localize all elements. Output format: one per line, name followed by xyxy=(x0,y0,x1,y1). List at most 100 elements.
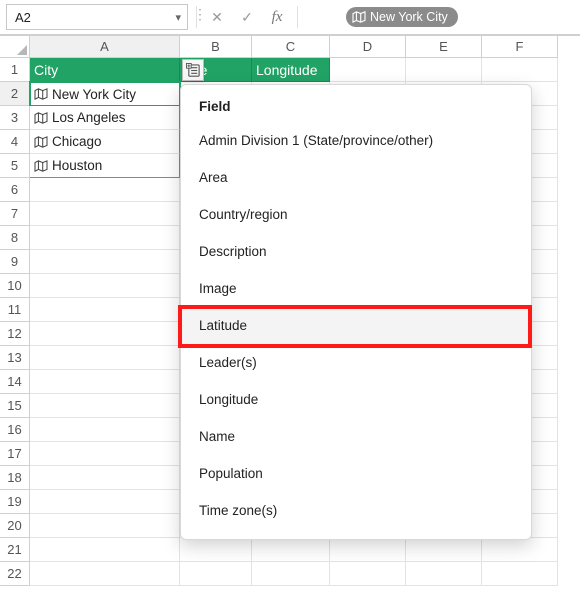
cell-A2[interactable]: New York City xyxy=(30,82,180,106)
field-item-longitude[interactable]: Longitude xyxy=(181,381,531,418)
linked-data-chip[interactable]: New York City xyxy=(346,7,458,27)
cell-C1[interactable]: Longitude xyxy=(252,58,330,82)
field-item-time-zone-s[interactable]: Time zone(s) xyxy=(181,492,531,529)
field-item-country-region[interactable]: Country/region xyxy=(181,196,531,233)
grid-row: 21 xyxy=(0,538,580,562)
row-header[interactable]: 18 xyxy=(0,466,30,490)
column-header-b[interactable]: B xyxy=(180,36,252,58)
cell-F22[interactable] xyxy=(482,562,558,586)
cell-B22[interactable] xyxy=(180,562,252,586)
row-header[interactable]: 3 xyxy=(0,106,30,130)
cell-C22[interactable] xyxy=(252,562,330,586)
row-header[interactable]: 9 xyxy=(0,250,30,274)
row-header[interactable]: 16 xyxy=(0,418,30,442)
cell-value: Chicago xyxy=(52,134,102,149)
field-item-description[interactable]: Description xyxy=(181,233,531,270)
cancel-formula-button[interactable]: ✕ xyxy=(205,5,229,29)
cell-F21[interactable] xyxy=(482,538,558,562)
cell-A6[interactable] xyxy=(30,178,180,202)
row-header[interactable]: 15 xyxy=(0,394,30,418)
insert-data-button[interactable] xyxy=(182,59,204,81)
cell-A14[interactable] xyxy=(30,370,180,394)
cell-E1[interactable] xyxy=(406,58,482,82)
cell-A11[interactable] xyxy=(30,298,180,322)
row-header[interactable]: 8 xyxy=(0,226,30,250)
field-item-latitude[interactable]: Latitude xyxy=(181,307,531,344)
cell-D1[interactable] xyxy=(330,58,406,82)
select-all-corner[interactable] xyxy=(0,36,30,58)
cell-A16[interactable] xyxy=(30,418,180,442)
cell-F1[interactable] xyxy=(482,58,558,82)
cell-A9[interactable] xyxy=(30,250,180,274)
cell-A20[interactable] xyxy=(30,514,180,538)
row-header[interactable]: 11 xyxy=(0,298,30,322)
cell-A15[interactable] xyxy=(30,394,180,418)
cell-A4[interactable]: Chicago xyxy=(30,130,180,154)
field-item-leader-s[interactable]: Leader(s) xyxy=(181,344,531,381)
cell-A18[interactable] xyxy=(30,466,180,490)
row-header[interactable]: 12 xyxy=(0,322,30,346)
grid-row: 1CityudeLongitude xyxy=(0,58,580,82)
row-header[interactable]: 20 xyxy=(0,514,30,538)
column-header-e[interactable]: E xyxy=(406,36,482,58)
map-icon xyxy=(34,88,48,100)
name-box-value: A2 xyxy=(15,10,31,25)
row-header[interactable]: 17 xyxy=(0,442,30,466)
cell-value: Los Angeles xyxy=(52,110,126,125)
cell-value: Houston xyxy=(52,158,102,173)
map-icon xyxy=(34,112,48,124)
row-header[interactable]: 13 xyxy=(0,346,30,370)
cell-A10[interactable] xyxy=(30,274,180,298)
cell-value: New York City xyxy=(52,87,136,102)
separator xyxy=(297,6,298,28)
field-menu-title: Field xyxy=(181,99,531,122)
cell-D21[interactable] xyxy=(330,538,406,562)
cell-A19[interactable] xyxy=(30,490,180,514)
cell-A12[interactable] xyxy=(30,322,180,346)
row-header[interactable]: 22 xyxy=(0,562,30,586)
column-header-f[interactable]: F xyxy=(482,36,558,58)
column-header-a[interactable]: A xyxy=(30,36,180,58)
cell-A22[interactable] xyxy=(30,562,180,586)
row-header[interactable]: 21 xyxy=(0,538,30,562)
cell-A17[interactable] xyxy=(30,442,180,466)
row-header[interactable]: 10 xyxy=(0,274,30,298)
column-headers: A B C D E F xyxy=(0,36,580,58)
row-header[interactable]: 19 xyxy=(0,490,30,514)
row-header[interactable]: 1 xyxy=(0,58,30,82)
cell-A13[interactable] xyxy=(30,346,180,370)
cell-D22[interactable] xyxy=(330,562,406,586)
cell-E21[interactable] xyxy=(406,538,482,562)
row-header[interactable]: 14 xyxy=(0,370,30,394)
field-item-name[interactable]: Name xyxy=(181,418,531,455)
separator xyxy=(196,6,197,28)
row-header[interactable]: 6 xyxy=(0,178,30,202)
map-icon xyxy=(352,11,366,23)
cell-A3[interactable]: Los Angeles xyxy=(30,106,180,130)
cell-C21[interactable] xyxy=(252,538,330,562)
cell-A21[interactable] xyxy=(30,538,180,562)
insert-data-icon xyxy=(186,63,201,78)
cell-A7[interactable] xyxy=(30,202,180,226)
cell-A5[interactable]: Houston xyxy=(30,154,180,178)
column-header-c[interactable]: C xyxy=(252,36,330,58)
cell-E22[interactable] xyxy=(406,562,482,586)
cell-B21[interactable] xyxy=(180,538,252,562)
field-menu: Field Admin Division 1 (State/province/o… xyxy=(180,84,532,540)
row-header[interactable]: 4 xyxy=(0,130,30,154)
accept-formula-button[interactable]: ✓ xyxy=(235,5,259,29)
spreadsheet-grid: A B C D E F 1CityudeLongitude2 New York C… xyxy=(0,34,580,586)
insert-function-button[interactable]: fx xyxy=(265,5,289,29)
cell-A1[interactable]: City xyxy=(30,58,180,82)
name-box[interactable]: A2 ▾ xyxy=(6,4,188,30)
field-item-admin-division-1-state-province-other[interactable]: Admin Division 1 (State/province/other) xyxy=(181,122,531,159)
row-header[interactable]: 5 xyxy=(0,154,30,178)
row-header[interactable]: 7 xyxy=(0,202,30,226)
field-item-area[interactable]: Area xyxy=(181,159,531,196)
field-item-image[interactable]: Image xyxy=(181,270,531,307)
cell-A8[interactable] xyxy=(30,226,180,250)
linked-data-chip-label: New York City xyxy=(370,10,448,24)
column-header-d[interactable]: D xyxy=(330,36,406,58)
row-header[interactable]: 2 xyxy=(0,82,30,106)
field-item-population[interactable]: Population xyxy=(181,455,531,492)
